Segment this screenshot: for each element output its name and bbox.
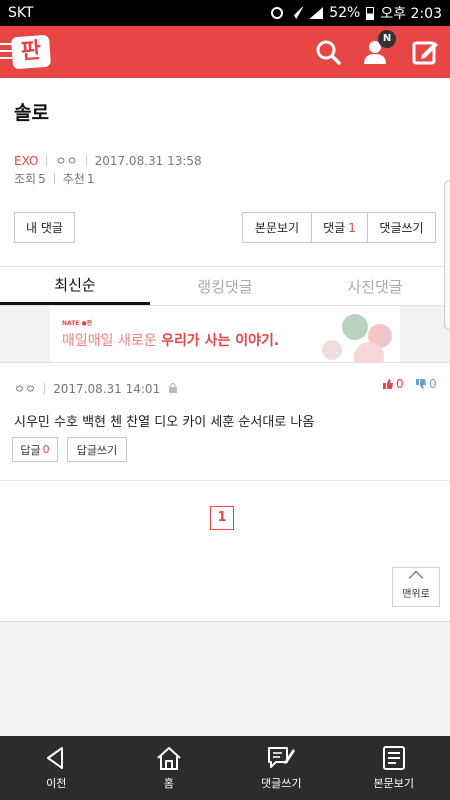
ad-decoration <box>322 340 342 360</box>
page-number-current[interactable]: 1 <box>210 506 234 530</box>
bottom-nav: 이전 홈 댓글쓰기 본문보기 <box>0 736 450 800</box>
nav-view-body[interactable]: 본문보기 <box>338 736 450 800</box>
chevron-up-icon <box>408 570 424 586</box>
ad-text-bold: 우리가 사는 이야기. <box>161 333 280 349</box>
my-comments-button[interactable]: 내 댓글 <box>14 212 75 243</box>
reply-count: 0 <box>42 443 50 456</box>
thumbs-down-icon <box>416 379 426 389</box>
nav-home-label: 홈 <box>163 777 174 790</box>
thumbs-up-icon <box>383 379 393 389</box>
comment-date: 2017.08.31 14:01 <box>53 381 161 396</box>
divider <box>85 155 87 166</box>
nav-home[interactable]: 홈 <box>113 736 226 800</box>
views-count: 5 <box>38 171 46 186</box>
nav-write-comment[interactable]: 댓글쓰기 <box>225 736 338 800</box>
comments-label: 댓글 <box>323 221 346 235</box>
back-icon <box>47 747 64 769</box>
dislike-count: 0 <box>429 377 437 391</box>
dislike-button[interactable]: 0 <box>415 377 437 391</box>
divider <box>0 362 450 363</box>
carrier-name: SKT <box>8 5 34 21</box>
tab-photo[interactable]: 사진댓글 <box>300 267 450 305</box>
post-title: 솔로 <box>14 102 49 124</box>
comments-button[interactable]: 댓글 1 <box>311 212 368 243</box>
recommend-count: 1 <box>86 171 95 186</box>
post-stats: 조회 5 추천 1 <box>14 170 94 187</box>
divider <box>53 173 55 184</box>
divider <box>0 480 450 481</box>
ad-brand: NATE ●판 <box>62 320 93 327</box>
post-category[interactable]: EXO <box>14 154 38 168</box>
comment-author: ㅇㅇ <box>14 382 37 396</box>
scroll-handle[interactable] <box>444 180 450 330</box>
nav-write-comment-label: 댓글쓰기 <box>261 777 302 790</box>
document-icon <box>382 746 405 770</box>
nav-view-body-label: 본문보기 <box>373 777 414 790</box>
back-to-top-label: 맨위로 <box>402 589 430 600</box>
battery-icon <box>366 6 375 20</box>
footer-area <box>0 622 450 736</box>
tab-latest[interactable]: 최신순 <box>0 267 150 305</box>
comment-text: 시우민 수호 백현 첸 찬열 디오 카이 세훈 순서대로 나옴 <box>14 415 315 430</box>
pann-logo[interactable]: 판 <box>10 34 52 70</box>
report-icon[interactable] <box>168 383 178 394</box>
comment-meta: ㅇㅇ 2017.08.31 14:01 <box>14 380 178 397</box>
home-icon <box>157 747 181 770</box>
views-label: 조회 <box>14 172 37 186</box>
status-icons: 52% 오후 2:03 <box>271 3 442 23</box>
post-meta: EXO ㅇㅇ 2017.08.31 13:58 <box>14 152 202 169</box>
divider <box>46 155 48 166</box>
back-to-top-button[interactable]: 맨위로 <box>392 567 440 607</box>
wifi-icon <box>289 7 304 19</box>
comment-tabs: 최신순 랭킹댓글 사진댓글 <box>0 266 450 306</box>
like-button[interactable]: 0 <box>382 377 404 391</box>
my-comments-label: 내 댓글 <box>26 221 63 235</box>
clock: 오후 2:03 <box>380 6 442 22</box>
write-icon[interactable] <box>411 38 439 66</box>
nav-back-label: 이전 <box>46 777 67 790</box>
battery-percent: 52% <box>329 5 361 21</box>
alarm-icon <box>271 7 284 19</box>
write-comment-label: 댓글쓰기 <box>379 221 424 235</box>
ad-text: 매일매일 새로운 우리가 사는 이야기. <box>62 330 279 350</box>
reply-button[interactable]: 답글 0 <box>12 437 58 462</box>
post-date: 2017.08.31 13:58 <box>94 153 202 168</box>
like-count: 0 <box>396 377 404 391</box>
ad-decoration <box>342 314 368 340</box>
divider <box>44 383 46 394</box>
post-author: ㅇㅇ <box>55 154 78 168</box>
signal-icon <box>309 7 324 19</box>
write-reply-button[interactable]: 답글쓰기 <box>67 437 127 462</box>
search-icon[interactable] <box>314 38 342 66</box>
tab-ranking[interactable]: 랭킹댓글 <box>150 267 300 305</box>
reply-label: 답글 <box>20 443 41 457</box>
view-body-label: 본문보기 <box>254 221 300 235</box>
comments-count: 1 <box>348 220 356 235</box>
ad-area: NATE ●판 매일매일 새로운 우리가 사는 이야기. <box>0 306 450 362</box>
status-bar: SKT 52% 오후 2:03 <box>0 0 450 26</box>
view-body-button[interactable]: 본문보기 <box>242 212 312 243</box>
write-reply-label: 답글쓰기 <box>76 443 118 457</box>
ad-text-prefix: 매일매일 새로운 <box>62 333 162 349</box>
write-comment-button[interactable]: 댓글쓰기 <box>367 212 436 243</box>
ad-banner[interactable]: NATE ●판 매일매일 새로운 우리가 사는 이야기. <box>50 306 400 362</box>
nav-back[interactable]: 이전 <box>0 736 113 800</box>
recommend-label: 추천 <box>62 172 85 186</box>
comment-write-icon <box>268 747 296 768</box>
notification-badge: N <box>378 30 396 48</box>
